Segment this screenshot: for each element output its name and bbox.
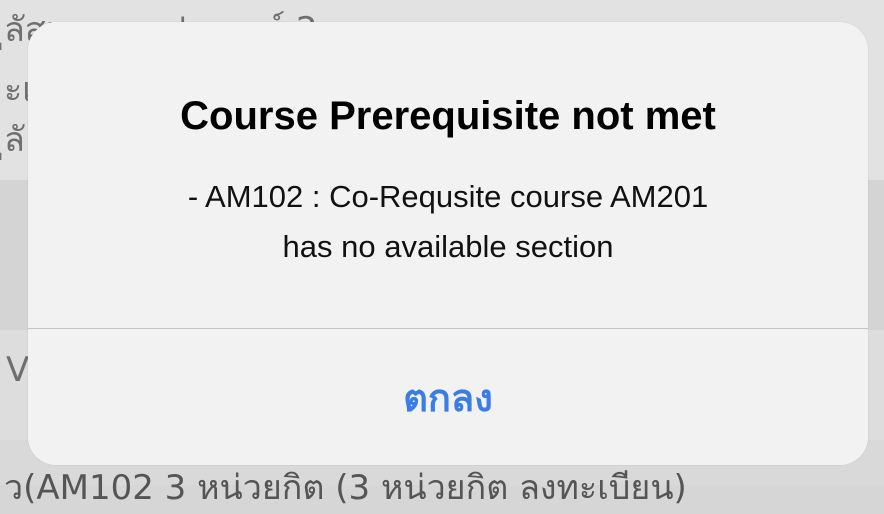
background-text: ูลั	[4, 120, 25, 160]
alert-title: Course Prerequisite not met	[180, 94, 716, 138]
alert-message: - AM102 : Co-Requsite course AM201 has n…	[187, 179, 709, 264]
background-course-credits: ว(AM102 3 หน่วยกิต (3 หน่วยกิต ลงทะเบียน…	[4, 468, 687, 508]
ok-button[interactable]: ตกลง	[28, 329, 868, 465]
alert-content: Course Prerequisite not met - AM102 : Co…	[28, 22, 868, 328]
background-text: V	[6, 350, 30, 390]
alert-dialog: Course Prerequisite not met - AM102 : Co…	[28, 22, 868, 465]
